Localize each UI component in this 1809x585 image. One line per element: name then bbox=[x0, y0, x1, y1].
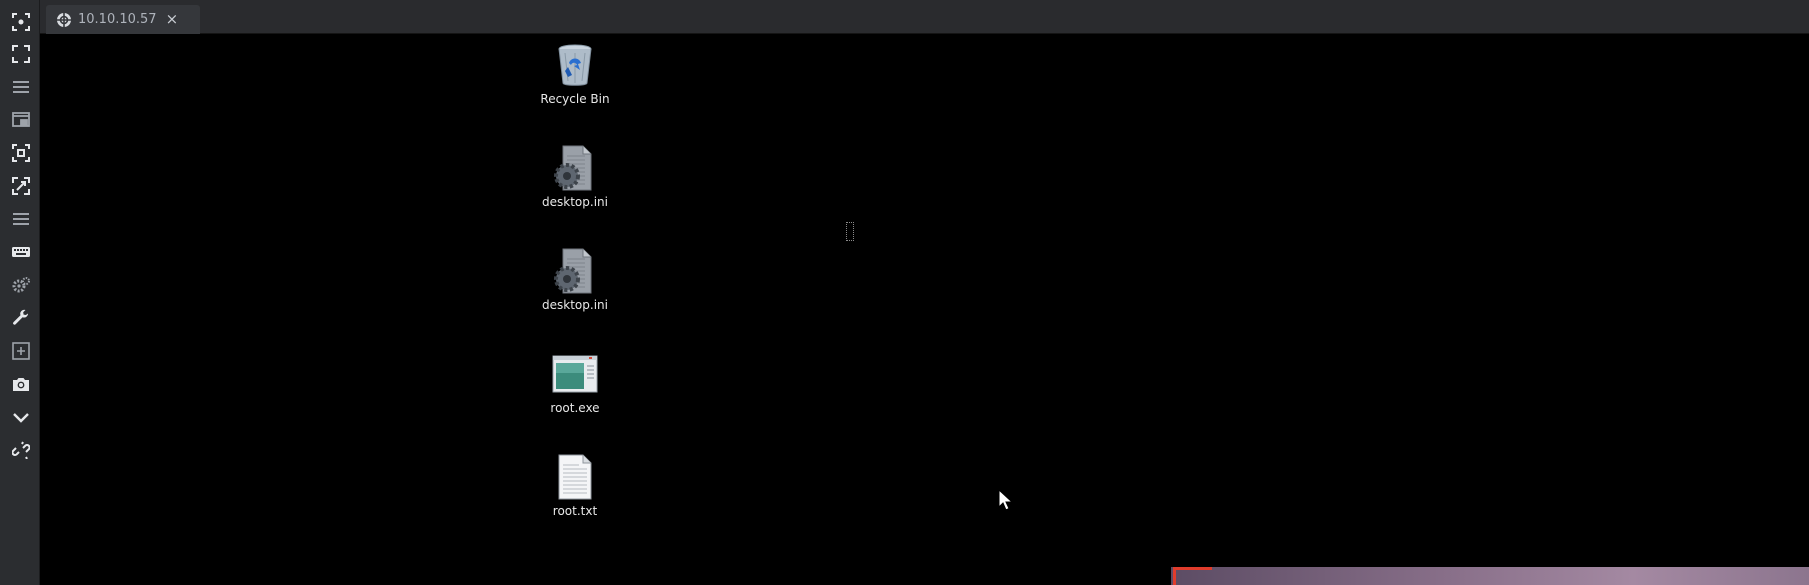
tab-connection[interactable]: 10.10.10.57 × bbox=[46, 5, 200, 34]
remote-desktop[interactable]: Recycle Bin desktop.ini desktop.ini root… bbox=[40, 34, 1809, 585]
focus-icon[interactable] bbox=[9, 10, 33, 34]
picture-in-picture-icon[interactable] bbox=[9, 108, 33, 132]
desktop-icon-label: desktop.ini bbox=[542, 195, 608, 209]
scale-icon[interactable] bbox=[9, 174, 33, 198]
text-caret bbox=[846, 222, 854, 241]
wrench-icon[interactable] bbox=[9, 306, 33, 330]
desktop-icon-recycle-bin[interactable]: Recycle Bin bbox=[525, 41, 625, 106]
fit-screen-icon[interactable] bbox=[9, 141, 33, 165]
window-frame-corner bbox=[1173, 567, 1212, 585]
close-icon[interactable]: × bbox=[166, 12, 179, 27]
desktop-icon-desktop-ini[interactable]: desktop.ini bbox=[525, 247, 625, 312]
add-window-icon[interactable] bbox=[9, 339, 33, 363]
desktop-icon-root-txt[interactable]: root.txt bbox=[525, 453, 625, 518]
window-edge[interactable] bbox=[1171, 567, 1809, 585]
keyboard-icon[interactable] bbox=[9, 240, 33, 264]
desktop-icon-label: desktop.ini bbox=[542, 298, 608, 312]
desktop-icon-label: Recycle Bin bbox=[540, 92, 610, 106]
mouse-cursor-icon bbox=[998, 489, 1012, 511]
text-file-icon bbox=[558, 454, 592, 500]
tab-label: 10.10.10.57 bbox=[78, 12, 157, 27]
disconnect-icon[interactable] bbox=[9, 438, 33, 462]
list-icon[interactable] bbox=[9, 207, 33, 231]
tab-bar: 10.10.10.57 × bbox=[40, 0, 1809, 34]
chevron-down-icon[interactable] bbox=[9, 405, 33, 429]
application-icon bbox=[552, 355, 598, 393]
camera-icon[interactable] bbox=[9, 372, 33, 396]
settings-icon[interactable] bbox=[9, 273, 33, 297]
fullscreen-icon[interactable] bbox=[9, 42, 33, 66]
target-icon bbox=[57, 12, 71, 27]
desktop-icon-root-exe[interactable]: root.exe bbox=[525, 350, 625, 415]
desktop-icon-label: root.txt bbox=[552, 504, 598, 518]
recycle-bin-icon bbox=[558, 44, 592, 86]
settings-file-icon bbox=[554, 145, 592, 191]
menu-icon[interactable] bbox=[9, 75, 33, 99]
left-toolbar bbox=[0, 0, 40, 585]
settings-file-icon bbox=[554, 248, 592, 294]
desktop-icon-label: root.exe bbox=[550, 401, 600, 415]
desktop-icon-desktop-ini[interactable]: desktop.ini bbox=[525, 144, 625, 209]
